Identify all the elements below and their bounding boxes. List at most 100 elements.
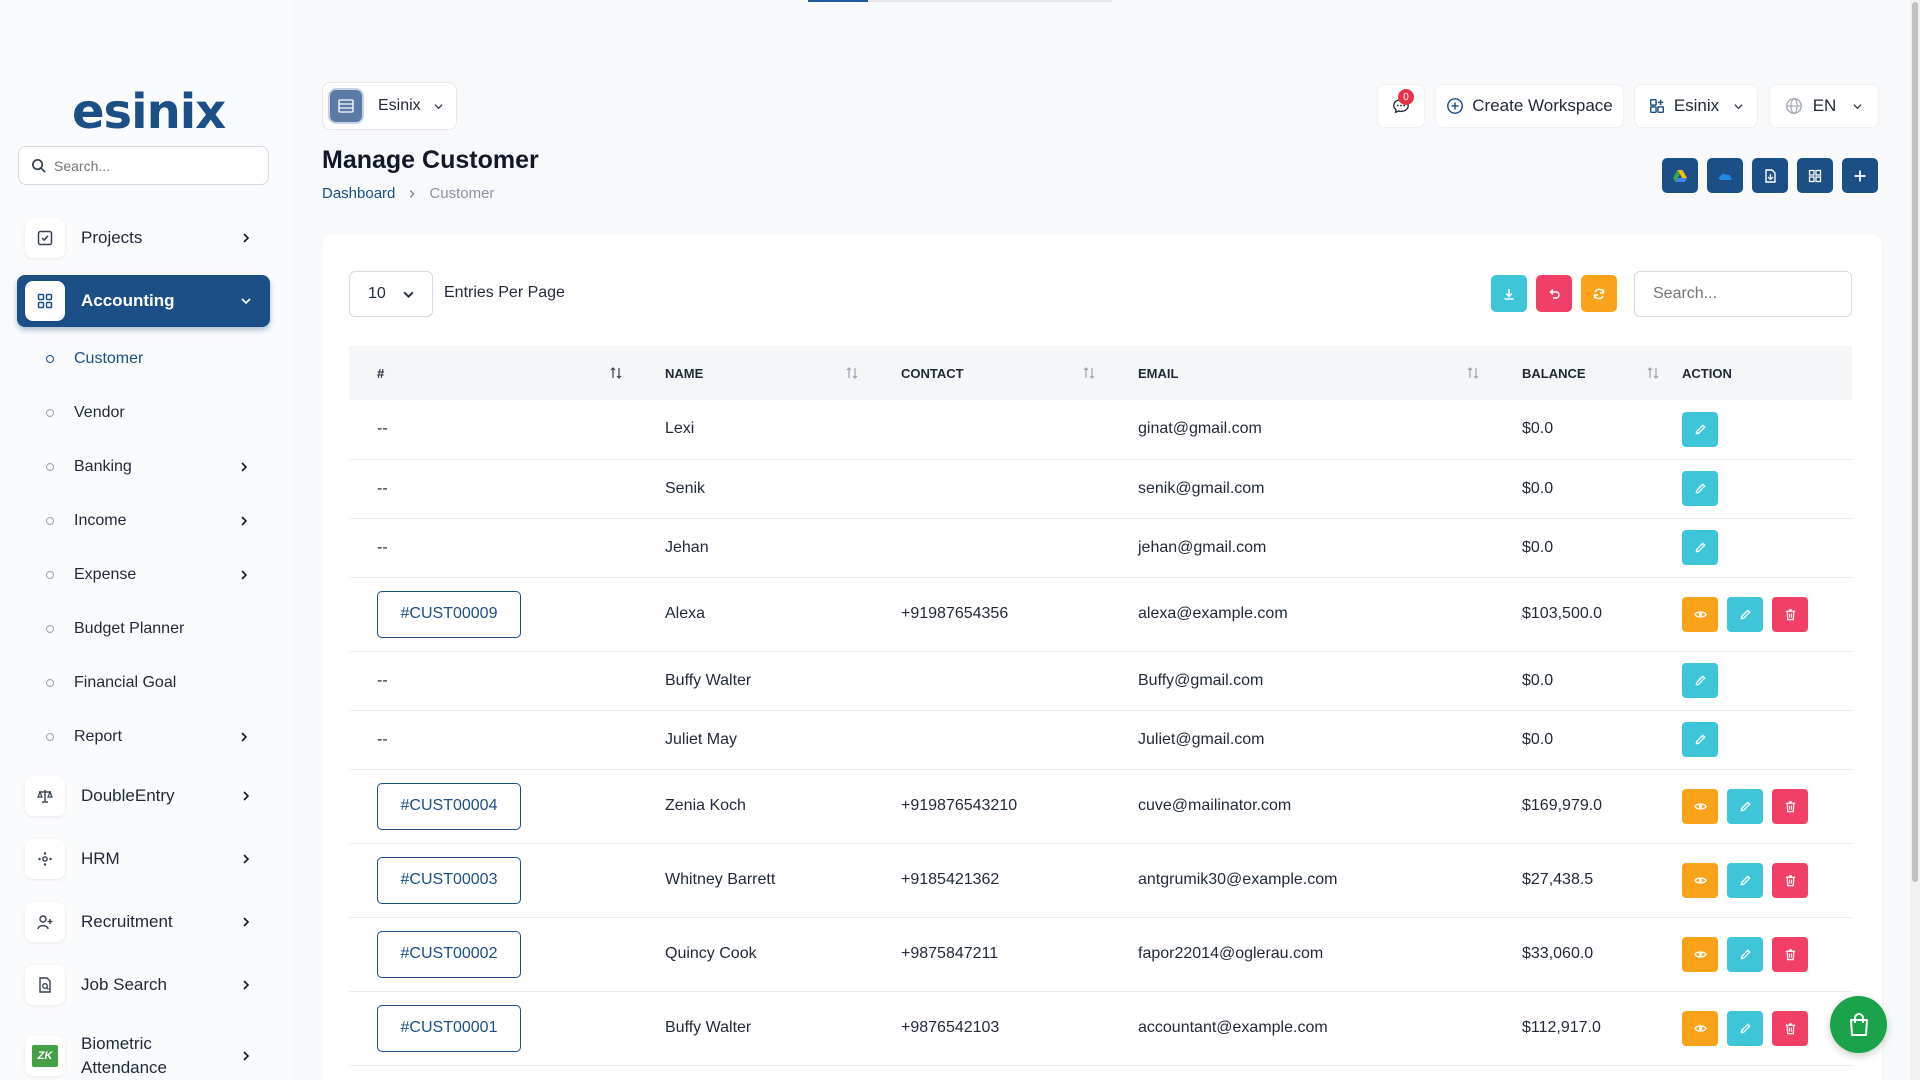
delete-button[interactable] [1772, 862, 1808, 898]
plus-icon [1854, 170, 1866, 181]
sidebar-item-biometric-attendance[interactable]: ZK Biometric Attendance [17, 1028, 270, 1080]
cell-balance: $112,917.0 [1494, 991, 1674, 1066]
column-header-name[interactable]: NAME [637, 346, 873, 400]
breadcrumb-dashboard-link[interactable]: Dashboard [322, 185, 395, 202]
apps-icon [1649, 98, 1664, 114]
sidebar-item-label: Recruitment [81, 912, 173, 931]
column-header-email[interactable]: EMAIL [1110, 346, 1494, 400]
edit-button[interactable] [1682, 663, 1718, 698]
view-button[interactable] [1682, 596, 1718, 632]
reset-button[interactable] [1536, 275, 1572, 312]
export-button[interactable] [1491, 275, 1527, 312]
workspace-select[interactable]: Esinix [322, 82, 457, 130]
view-button[interactable] [1682, 788, 1718, 824]
sidebar-subitem-expense[interactable]: Expense [40, 555, 270, 595]
sidebar-subitem-report[interactable]: Report [40, 717, 270, 757]
row-actions [1682, 596, 1852, 632]
bullet-icon [46, 625, 54, 633]
view-button[interactable] [1682, 862, 1718, 898]
edit-button[interactable] [1727, 936, 1763, 972]
view-button[interactable] [1682, 1010, 1718, 1046]
chevron-right-icon [243, 233, 250, 243]
edit-button[interactable] [1682, 722, 1718, 757]
sidebar-search[interactable] [18, 146, 269, 185]
import-file-button[interactable] [1752, 158, 1788, 193]
customer-id-button[interactable]: #CUST00002 [377, 930, 521, 978]
sidebar-search-input[interactable] [54, 157, 254, 174]
notification-button[interactable]: 0 [1377, 84, 1425, 128]
add-customer-button[interactable] [1842, 158, 1878, 193]
refresh-button[interactable] [1581, 275, 1617, 312]
delete-button[interactable] [1772, 936, 1808, 972]
cell-contact: +9876542103 [873, 991, 1110, 1066]
grid-view-button[interactable] [1797, 158, 1833, 193]
breadcrumb-current: Customer [429, 185, 495, 202]
user-plus-icon [25, 902, 65, 942]
sort-icon [1647, 367, 1659, 379]
customer-id: -- [377, 479, 388, 497]
cell-id: #CUST00004 [349, 769, 637, 844]
scrollbar-thumb[interactable] [1912, 2, 1918, 882]
sidebar-subitem-customer[interactable]: Customer [40, 339, 270, 379]
shop-fab-button[interactable] [1830, 996, 1887, 1053]
customer-id-button[interactable]: #CUST00004 [377, 782, 521, 830]
sidebar-subitem-banking[interactable]: Banking [40, 447, 270, 487]
page-scrollbar[interactable] [1910, 0, 1920, 1080]
cell-email: fapor22014@oglerau.com [1110, 917, 1494, 992]
column-header-action: ACTION [1674, 346, 1852, 400]
cell-action [1674, 518, 1852, 578]
edit-button[interactable] [1727, 788, 1763, 824]
row-actions [1682, 722, 1852, 757]
download-icon [1504, 288, 1514, 300]
page-progress-fill [808, 0, 868, 2]
column-header-label: CONTACT [901, 365, 964, 381]
cell-balance: $0.0 [1494, 400, 1674, 460]
sidebar-subitem-income[interactable]: Income [40, 501, 270, 541]
edit-button[interactable] [1727, 596, 1763, 632]
trash-icon [1784, 1022, 1797, 1035]
sidebar-item-job-search[interactable]: Job Search [17, 959, 270, 1011]
language-select[interactable]: EN [1769, 84, 1879, 128]
sidebar-subitem-budget-planner[interactable]: Budget Planner [40, 609, 270, 649]
cell-id: #CUST00002 [349, 917, 637, 992]
create-workspace-button[interactable]: Create Workspace [1435, 84, 1624, 128]
column-header-contact[interactable]: CONTACT [873, 346, 1110, 400]
sidebar-item-hrm[interactable]: HRM [17, 833, 270, 885]
google-drive-button[interactable] [1662, 158, 1698, 193]
sidebar-item-recruitment[interactable]: Recruitment [17, 896, 270, 948]
delete-button[interactable] [1772, 596, 1808, 632]
edit-button[interactable] [1727, 1010, 1763, 1046]
cell-email: Juliet@gmail.com [1110, 710, 1494, 770]
entries-value: 10 [368, 285, 386, 302]
view-button[interactable] [1682, 936, 1718, 972]
entries-per-page-select[interactable]: 10 [349, 271, 433, 317]
column-header-id[interactable]: # [349, 346, 637, 400]
edit-button[interactable] [1682, 530, 1718, 565]
sidebar-subitem-financial-goal[interactable]: Financial Goal [40, 663, 270, 703]
customer-id-button[interactable]: #CUST00009 [377, 590, 521, 638]
pencil-icon [1694, 541, 1707, 554]
customer-id-button[interactable]: #CUST00003 [377, 856, 521, 904]
cell-name: Juliet May [637, 710, 873, 770]
sidebar-item-projects[interactable]: Projects [17, 212, 270, 264]
column-header-balance[interactable]: BALANCE [1494, 346, 1674, 400]
edit-button[interactable] [1682, 411, 1718, 447]
sidebar-subitem-vendor[interactable]: Vendor [40, 393, 270, 433]
cell-contact: +919876543210 [873, 769, 1110, 844]
customer-id-button[interactable]: #CUST00001 [377, 1004, 521, 1052]
edit-button[interactable] [1727, 862, 1763, 898]
delete-button[interactable] [1772, 788, 1808, 824]
cell-balance: $33,060.0 [1494, 917, 1674, 992]
delete-button[interactable] [1772, 1010, 1808, 1046]
onedrive-button[interactable] [1707, 158, 1743, 193]
cell-action [1674, 917, 1852, 992]
edit-button[interactable] [1682, 471, 1718, 506]
sidebar-item-label: Biometric Attendance [81, 1034, 168, 1077]
zk-icon: ZK [25, 1036, 65, 1076]
sidebar-item-accounting[interactable]: Accounting [17, 275, 270, 327]
chevron-down-icon [1853, 103, 1862, 109]
table-search-input[interactable] [1634, 271, 1852, 317]
company-select[interactable]: Esinix [1634, 84, 1758, 128]
sidebar-item-doubleentry[interactable]: DoubleEntry [17, 770, 270, 822]
cell-action [1674, 991, 1852, 1066]
